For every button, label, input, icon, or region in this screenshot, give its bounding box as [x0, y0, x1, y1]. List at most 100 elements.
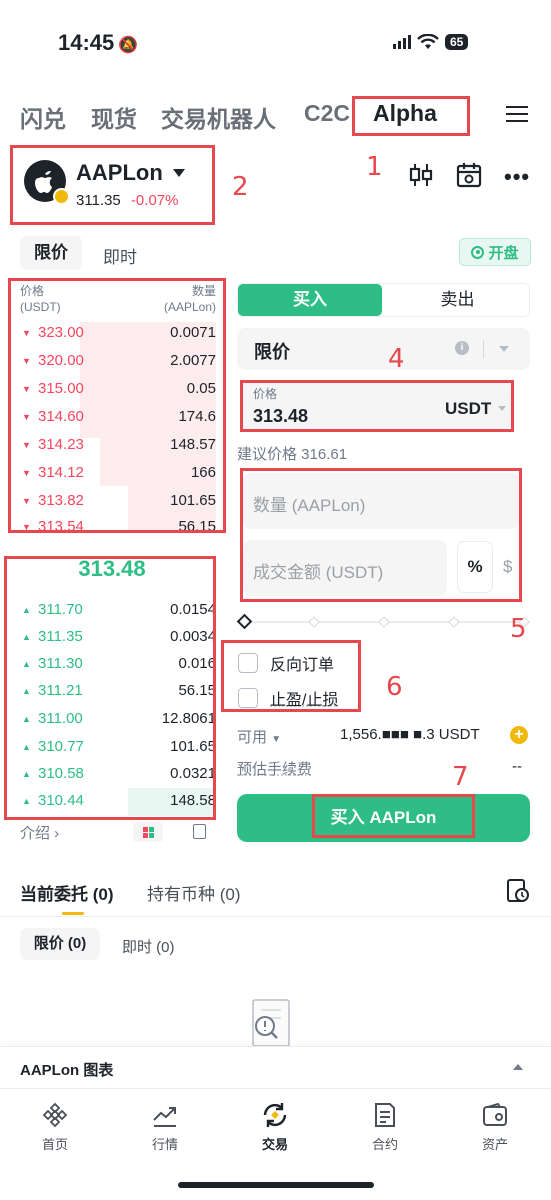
symbol-price: 311.35	[76, 192, 121, 209]
mute-bell-icon: 🔕	[118, 37, 139, 54]
nav-markets[interactable]: 行情	[125, 1100, 205, 1153]
add-funds-icon[interactable]: +	[510, 726, 528, 744]
mid-price[interactable]: 313.48	[8, 556, 216, 582]
active-tab-indicator	[62, 912, 84, 915]
tab-c2c[interactable]: C2C	[304, 100, 350, 127]
symbol-price-row: 311.35 -0.07%	[76, 192, 178, 209]
info-icon[interactable]: i	[455, 341, 469, 355]
suggested-price[interactable]: 建议价格 316.61	[237, 443, 347, 464]
ask-row[interactable]: ▼ 314.60 174.6	[18, 408, 216, 432]
token-badge-icon	[53, 188, 70, 205]
price-label: 价格	[253, 387, 278, 401]
percent-toggle[interactable]: %	[458, 542, 492, 592]
annotation-number: 5	[510, 614, 527, 644]
tp-sl-checkbox[interactable]: 止盈/止损	[238, 686, 338, 710]
ask-row[interactable]: ▼ 313.82 101.65	[18, 492, 216, 516]
ask-row[interactable]: ▼ 323.00 0.0071	[18, 324, 216, 348]
tab-spot[interactable]: 现货	[91, 100, 137, 134]
symbol-name: AAPLon	[76, 160, 163, 185]
status-indicators: 65	[393, 34, 469, 50]
nav-trade[interactable]: 交易	[235, 1100, 315, 1153]
annotation-number: 7	[452, 762, 469, 792]
price-input[interactable]: 价格 313.48 USDT	[240, 382, 512, 430]
orderbook-bids: ▲ 311.70 0.0154 ▲ 311.35 0.0034 ▲ 311.30 0.016…	[0, 598, 214, 818]
available-balance: 1,556.■■■ ■.3 USDT	[340, 726, 480, 743]
filter-limit[interactable]: 限价 (0)	[20, 928, 100, 960]
ask-row[interactable]: ▼ 314.23 148.57	[18, 436, 216, 460]
bid-row[interactable]: ▲ 310.58 0.0321	[18, 765, 214, 789]
home-diamond-icon	[42, 1102, 68, 1128]
bid-row[interactable]: ▲ 311.30 0.016	[18, 655, 214, 679]
tab-holdings[interactable]: 持有币种 (0)	[147, 880, 241, 905]
trade-swap-icon	[263, 1103, 287, 1127]
market-status-badge: 开盘	[459, 238, 531, 266]
nav-assets[interactable]: 资产	[455, 1100, 535, 1153]
fee-value: --	[512, 758, 522, 775]
price-unit[interactable]: USDT	[445, 399, 491, 419]
dollar-toggle[interactable]: $	[503, 557, 512, 577]
nav-futures[interactable]: 合约	[345, 1100, 425, 1153]
caret-down-icon: ▼	[271, 734, 282, 745]
bid-row[interactable]: ▲ 310.77 101.65	[18, 738, 214, 762]
symbol-selector[interactable]: AAPLon	[76, 160, 185, 186]
calendar-chart-icon[interactable]	[456, 162, 482, 188]
more-options-icon[interactable]: •••	[504, 164, 530, 190]
status-time: 14:45 🔕	[58, 30, 139, 55]
battery-icon: 65	[445, 34, 469, 50]
menu-icon[interactable]	[506, 101, 528, 127]
quantity-input[interactable]: 数量 (AAPLon)	[243, 473, 519, 529]
price-value: 313.48	[253, 406, 309, 426]
amount-input[interactable]: 成交金额 (USDT)	[243, 540, 447, 596]
ask-row[interactable]: ▼ 313.54 56.15	[18, 518, 216, 530]
order-type-select[interactable]: 限价 i	[237, 328, 530, 370]
reverse-order-checkbox[interactable]: 反向订单	[238, 651, 334, 675]
tab-open-orders[interactable]: 当前委托 (0)	[20, 880, 114, 905]
ask-row[interactable]: ▼ 320.00 2.0077	[18, 352, 216, 376]
mode-tab-limit[interactable]: 限价	[20, 236, 82, 270]
orderbook-layout-list-icon[interactable]	[193, 824, 206, 839]
available-label[interactable]: 可用 ▼	[237, 726, 281, 747]
orderbook-qty-header: 数量 (AAPLon)	[163, 284, 216, 314]
tab-alpha[interactable]: Alpha	[373, 100, 437, 127]
ask-row[interactable]: ▼ 315.00 0.05	[18, 380, 216, 404]
wallet-icon	[483, 1102, 507, 1126]
chevron-down-icon	[499, 346, 509, 352]
candlestick-chart-icon[interactable]	[409, 162, 433, 188]
annotation-number: 2	[232, 172, 249, 202]
slider-handle[interactable]	[236, 613, 253, 630]
amount-slider[interactable]	[236, 613, 530, 630]
home-indicator	[178, 1182, 374, 1188]
bid-row[interactable]: ▲ 310.44 148.58	[18, 792, 214, 816]
empty-orders-icon	[252, 999, 290, 1046]
caret-down-icon	[172, 169, 185, 177]
fee-label[interactable]: 预估手续费	[237, 758, 312, 779]
aaplon-logo-icon	[24, 160, 70, 205]
annotation-number: 6	[386, 672, 403, 702]
filter-instant[interactable]: 即时 (0)	[122, 936, 175, 957]
symbol-change: -0.07%	[130, 192, 179, 209]
futures-doc-icon	[375, 1103, 395, 1127]
chart-drawer[interactable]: AAPLon 图表	[0, 1046, 551, 1088]
chevron-down-icon	[498, 406, 506, 411]
order-history-icon[interactable]	[506, 878, 530, 904]
sell-tab[interactable]: 卖出	[386, 284, 529, 316]
mode-tab-instant[interactable]: 即时	[103, 243, 137, 268]
orderbook-price-header: 价格 (USDT)	[20, 284, 61, 314]
chart-drawer-title: AAPLon 图表	[20, 1062, 114, 1079]
nav-home[interactable]: 首页	[15, 1100, 95, 1153]
intro-link[interactable]: 介绍 ›	[20, 822, 59, 843]
orderbook-layout-full-icon[interactable]	[133, 822, 163, 842]
buy-tab[interactable]: 买入	[238, 284, 382, 316]
bid-row[interactable]: ▲ 311.00 12.8061	[18, 710, 214, 734]
buy-submit-button[interactable]: 买入 AAPLon	[237, 794, 530, 842]
markets-chart-icon	[153, 1107, 176, 1127]
bid-row[interactable]: ▲ 311.35 0.0034	[18, 628, 214, 652]
annotation-number: 1	[366, 152, 383, 182]
tab-trading-bots[interactable]: 交易机器人	[161, 100, 276, 134]
open-status-icon	[471, 245, 485, 259]
ask-row[interactable]: ▼ 314.12 166	[18, 464, 216, 488]
tab-swap[interactable]: 闪兑	[20, 100, 66, 134]
bid-row[interactable]: ▲ 311.21 56.15	[18, 682, 214, 706]
orderbook-asks: ▼ 323.00 0.0071 ▼ 320.00 2.0077 ▼ 315.00 0.05 …	[0, 322, 230, 530]
bid-row[interactable]: ▲ 311.70 0.0154	[18, 601, 214, 625]
